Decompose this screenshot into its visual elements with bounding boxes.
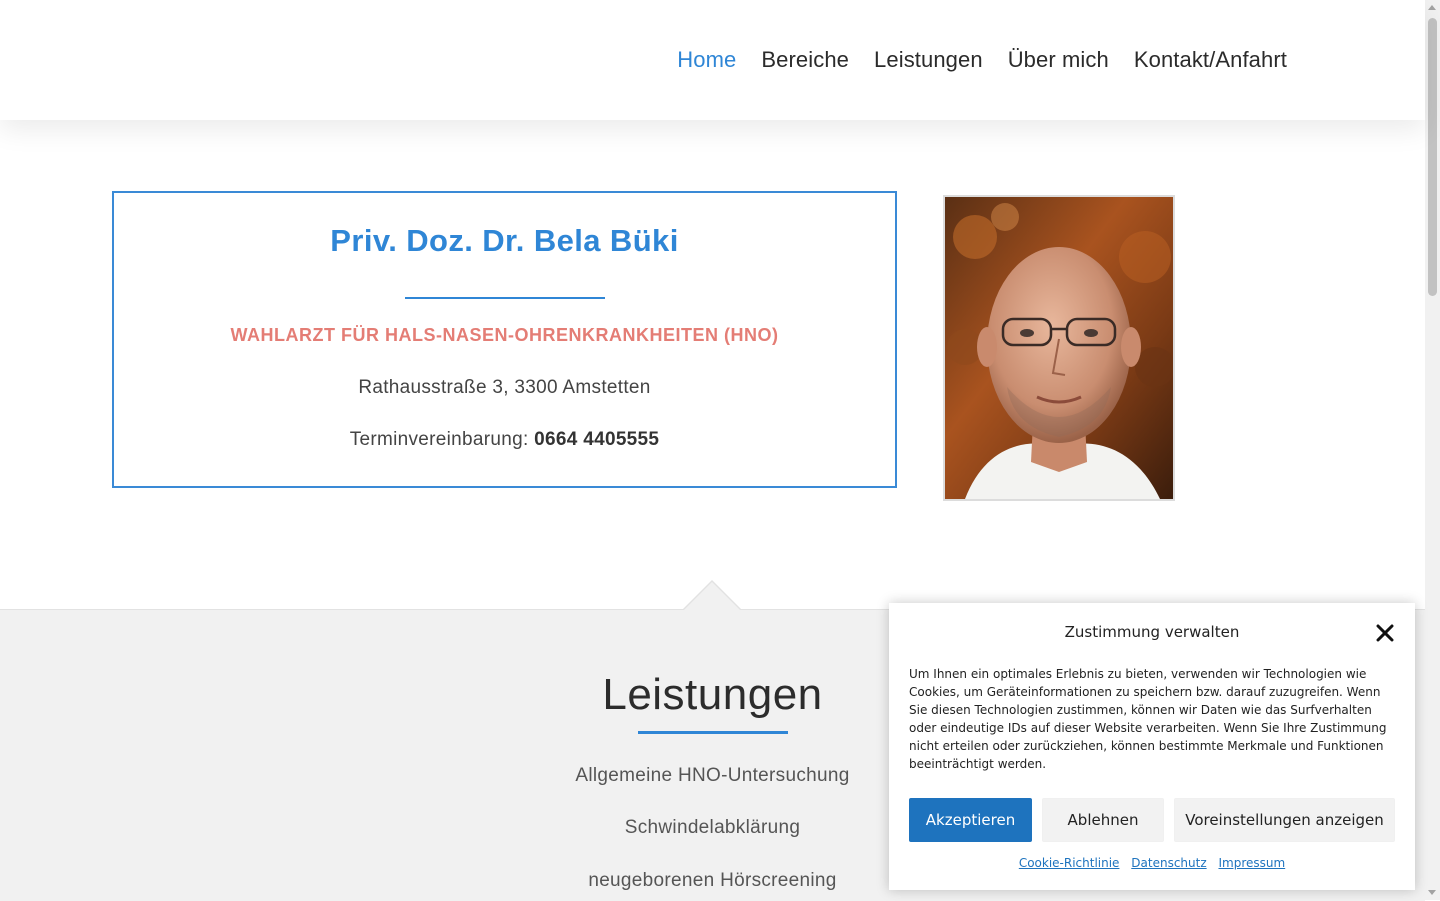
appointment-label: Terminvereinbarung: xyxy=(349,429,535,450)
doctor-name: Priv. Doz. Dr. Bela Büki xyxy=(330,223,679,258)
nav-ueber-mich[interactable]: Über mich xyxy=(1008,47,1109,73)
nav-leistungen[interactable]: Leistungen xyxy=(874,47,983,73)
doctor-info-box: Priv. Doz. Dr. Bela Büki WAHLARZT FÜR HA… xyxy=(112,191,897,488)
site-header: Home Bereiche Leistungen Über mich Konta… xyxy=(0,0,1425,120)
cookie-policy-link[interactable]: Cookie-Richtlinie xyxy=(1019,856,1120,870)
cookie-links: Cookie-Richtlinie Datenschutz Impressum xyxy=(889,856,1415,870)
deny-button[interactable]: Ablehnen xyxy=(1042,798,1164,842)
main-nav: Home Bereiche Leistungen Über mich Konta… xyxy=(677,0,1287,120)
imprint-link[interactable]: Impressum xyxy=(1218,856,1285,870)
scroll-up-arrow-icon[interactable] xyxy=(1428,5,1436,10)
specialty-subtitle: WAHLARZT FÜR HALS-NASEN-OHRENKRANKHEITEN… xyxy=(230,325,779,345)
doctor-portrait xyxy=(943,195,1175,501)
close-icon[interactable] xyxy=(1375,623,1395,643)
phone-number[interactable]: 0664 4405555 xyxy=(534,429,659,450)
nav-bereiche[interactable]: Bereiche xyxy=(761,47,849,73)
address: Rathausstraße 3, 3300 Amstetten xyxy=(358,377,651,398)
preferences-button[interactable]: Voreinstellungen anzeigen xyxy=(1174,798,1395,842)
portrait-image xyxy=(945,197,1173,499)
appointment-line: Terminvereinbarung: 0664 4405555 xyxy=(114,429,895,451)
privacy-link[interactable]: Datenschutz xyxy=(1131,856,1206,870)
page-scrollbar[interactable] xyxy=(1425,0,1440,900)
scroll-down-arrow-icon[interactable] xyxy=(1428,890,1436,895)
nav-kontakt-anfahrt[interactable]: Kontakt/Anfahrt xyxy=(1134,47,1287,73)
title-divider xyxy=(405,297,605,299)
services-divider xyxy=(638,731,788,734)
cookie-description: Um Ihnen ein optimales Erlebnis zu biete… xyxy=(909,667,1387,771)
cookie-dialog-title: Zustimmung verwalten xyxy=(1064,623,1240,641)
nav-home[interactable]: Home xyxy=(677,47,736,73)
scrollbar-thumb[interactable] xyxy=(1428,18,1437,296)
section-notch-fill xyxy=(684,582,740,610)
cookie-consent-dialog: Zustimmung verwalten Um Ihnen ein optima… xyxy=(889,603,1415,890)
accept-button[interactable]: Akzeptieren xyxy=(909,798,1032,842)
